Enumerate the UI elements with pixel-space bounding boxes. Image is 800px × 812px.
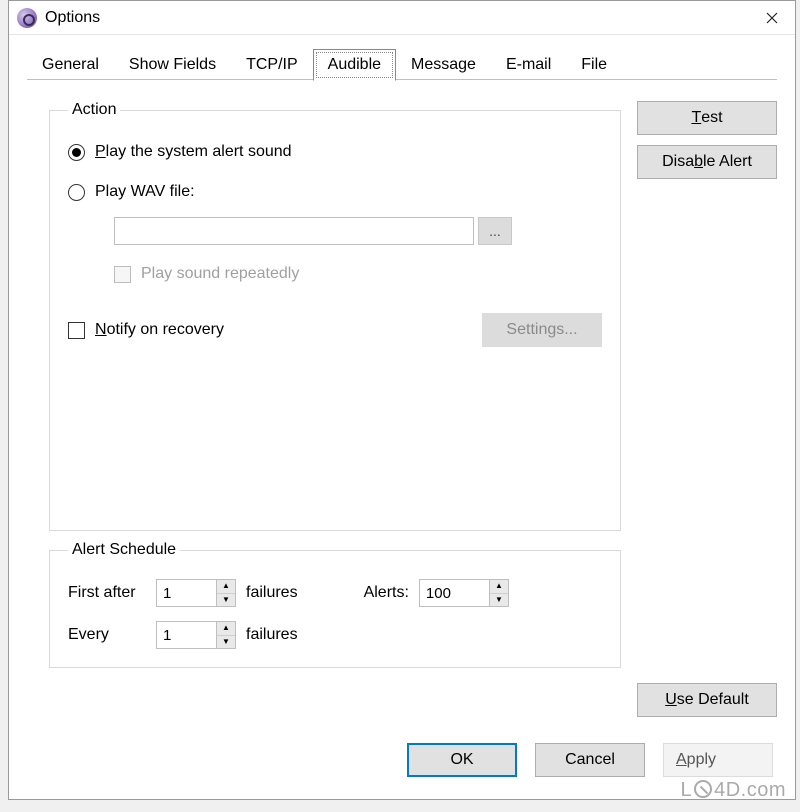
tab-panel-audible: Action Play the system alert sound Play … <box>9 81 795 721</box>
disable-alert-button[interactable]: Disable Alert <box>637 145 777 179</box>
check-notify-recovery[interactable] <box>68 322 85 339</box>
action-group: Action Play the system alert sound Play … <box>49 101 621 531</box>
ok-button[interactable]: OK <box>407 743 517 777</box>
first-after-up-icon[interactable]: ▲ <box>217 580 235 594</box>
tab-strip: General Show Fields TCP/IP Audible Messa… <box>9 35 795 80</box>
tab-show-fields[interactable]: Show Fields <box>114 49 231 80</box>
tab-general[interactable]: General <box>27 49 114 80</box>
close-icon[interactable] <box>749 2 795 34</box>
check-repeat-row: Play sound repeatedly <box>114 265 602 283</box>
settings-button: Settings... <box>482 313 602 347</box>
radio-play-system[interactable] <box>68 144 85 161</box>
radio-play-wav-row[interactable]: Play WAV file: <box>68 183 602 201</box>
every-label: Every <box>68 626 146 644</box>
every-up-icon[interactable]: ▲ <box>217 622 235 636</box>
titlebar: Options <box>9 1 795 35</box>
radio-play-system-label: Play the system alert sound <box>95 143 292 161</box>
radio-play-system-row[interactable]: Play the system alert sound <box>68 143 602 161</box>
radio-play-wav-label: Play WAV file: <box>95 183 195 201</box>
alert-schedule-legend: Alert Schedule <box>68 541 180 559</box>
check-play-repeatedly-label: Play sound repeatedly <box>141 265 299 283</box>
check-play-repeatedly <box>114 266 131 283</box>
tab-audible[interactable]: Audible <box>313 49 396 81</box>
test-button[interactable]: Test <box>637 101 777 135</box>
wav-path-input[interactable] <box>114 217 474 245</box>
tab-email[interactable]: E-mail <box>491 49 566 80</box>
tab-file[interactable]: File <box>566 49 622 80</box>
first-after-down-icon[interactable]: ▼ <box>217 594 235 607</box>
every-input[interactable] <box>156 621 216 649</box>
alert-schedule-group: Alert Schedule First after ▲ ▼ failures <box>49 541 621 668</box>
every-spinner[interactable]: ▲ ▼ <box>156 621 236 649</box>
alerts-down-icon[interactable]: ▼ <box>490 594 508 607</box>
first-after-input[interactable] <box>156 579 216 607</box>
alerts-up-icon[interactable]: ▲ <box>490 580 508 594</box>
alerts-input[interactable] <box>419 579 489 607</box>
every-down-icon[interactable]: ▼ <box>217 636 235 649</box>
browse-wav-button[interactable]: ... <box>478 217 512 245</box>
cancel-button[interactable]: Cancel <box>535 743 645 777</box>
apply-button[interactable]: Apply <box>663 743 773 777</box>
alerts-spinner[interactable]: ▲ ▼ <box>419 579 509 607</box>
tab-message[interactable]: Message <box>396 49 491 80</box>
first-after-label: First after <box>68 584 146 602</box>
check-notify-recovery-label: Notify on recovery <box>95 321 224 339</box>
first-after-spinner[interactable]: ▲ ▼ <box>156 579 236 607</box>
app-icon <box>17 8 37 28</box>
window-title: Options <box>45 9 100 27</box>
use-default-button[interactable]: Use Default <box>637 683 777 717</box>
every-suffix: failures <box>246 626 298 644</box>
alerts-label: Alerts: <box>364 584 409 602</box>
first-after-suffix: failures <box>246 584 298 602</box>
radio-play-wav[interactable] <box>68 184 85 201</box>
options-dialog: Options General Show Fields TCP/IP Audib… <box>8 0 796 800</box>
dialog-button-row: OK Cancel Apply <box>9 721 795 799</box>
action-legend: Action <box>68 101 120 119</box>
tab-tcpip[interactable]: TCP/IP <box>231 49 313 80</box>
